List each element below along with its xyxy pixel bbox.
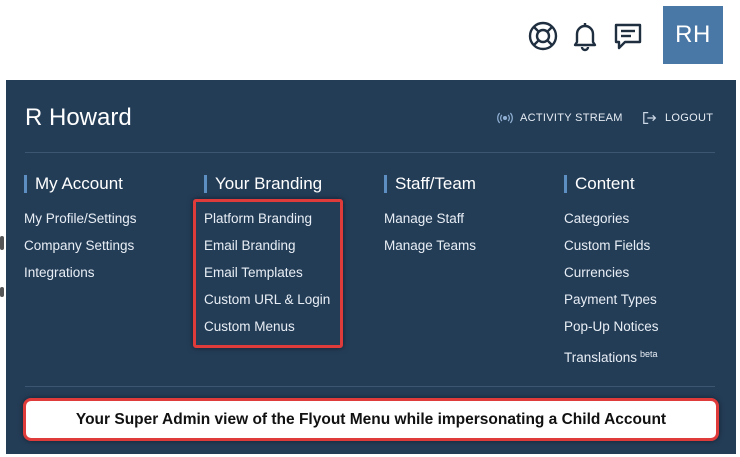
column-heading: Content bbox=[564, 174, 734, 194]
menu-item-my-profile[interactable]: My Profile/Settings bbox=[24, 210, 194, 237]
column-heading: Staff/Team bbox=[384, 174, 554, 194]
menu-item-company-settings[interactable]: Company Settings bbox=[24, 237, 194, 264]
menu-item-categories[interactable]: Categories bbox=[564, 210, 734, 237]
logout-label: LOGOUT bbox=[665, 112, 714, 124]
menu-item-manage-teams[interactable]: Manage Teams bbox=[384, 237, 554, 264]
menu-item-custom-fields[interactable]: Custom Fields bbox=[564, 237, 734, 264]
menu-item-manage-staff[interactable]: Manage Staff bbox=[384, 210, 554, 237]
avatar[interactable]: RH bbox=[663, 6, 723, 64]
broadcast-icon bbox=[497, 112, 513, 124]
column-my-account: My Account My Profile/Settings Company S… bbox=[24, 174, 194, 291]
bell-icon[interactable] bbox=[568, 18, 602, 54]
footer-divider bbox=[25, 386, 715, 387]
beta-badge: beta bbox=[640, 349, 658, 359]
lifebuoy-icon[interactable] bbox=[526, 18, 560, 54]
column-staff-team: Staff/Team Manage Staff Manage Teams bbox=[384, 174, 554, 264]
user-name: R Howard bbox=[25, 104, 132, 131]
menu-item-translations[interactable]: Translations beta bbox=[564, 345, 734, 372]
menu-item-payment-types[interactable]: Payment Types bbox=[564, 291, 734, 318]
menu-item-integrations[interactable]: Integrations bbox=[24, 264, 194, 291]
header-divider bbox=[25, 152, 715, 153]
page-peek-mark bbox=[0, 236, 4, 250]
activity-stream-link[interactable]: ACTIVITY STREAM bbox=[497, 111, 623, 125]
column-content: Content Categories Custom Fields Currenc… bbox=[564, 174, 734, 372]
menu-item-currencies[interactable]: Currencies bbox=[564, 264, 734, 291]
logout-icon bbox=[643, 112, 657, 124]
branding-highlight-box bbox=[193, 199, 343, 348]
page-peek-mark bbox=[0, 287, 4, 297]
logout-link[interactable]: LOGOUT bbox=[642, 111, 713, 125]
annotation-callout: Your Super Admin view of the Flyout Menu… bbox=[23, 398, 719, 441]
menu-item-pop-up-notices[interactable]: Pop-Up Notices bbox=[564, 318, 734, 345]
top-bar: RH bbox=[0, 0, 740, 78]
chat-icon[interactable] bbox=[611, 18, 645, 54]
flyout-menu: R Howard ACTIVITY STREAM LOGOUT My Accou… bbox=[6, 80, 736, 454]
column-heading: My Account bbox=[24, 174, 194, 194]
column-heading: Your Branding bbox=[204, 174, 374, 194]
activity-stream-label: ACTIVITY STREAM bbox=[520, 112, 623, 124]
annotation-text: Your Super Admin view of the Flyout Menu… bbox=[75, 410, 667, 428]
